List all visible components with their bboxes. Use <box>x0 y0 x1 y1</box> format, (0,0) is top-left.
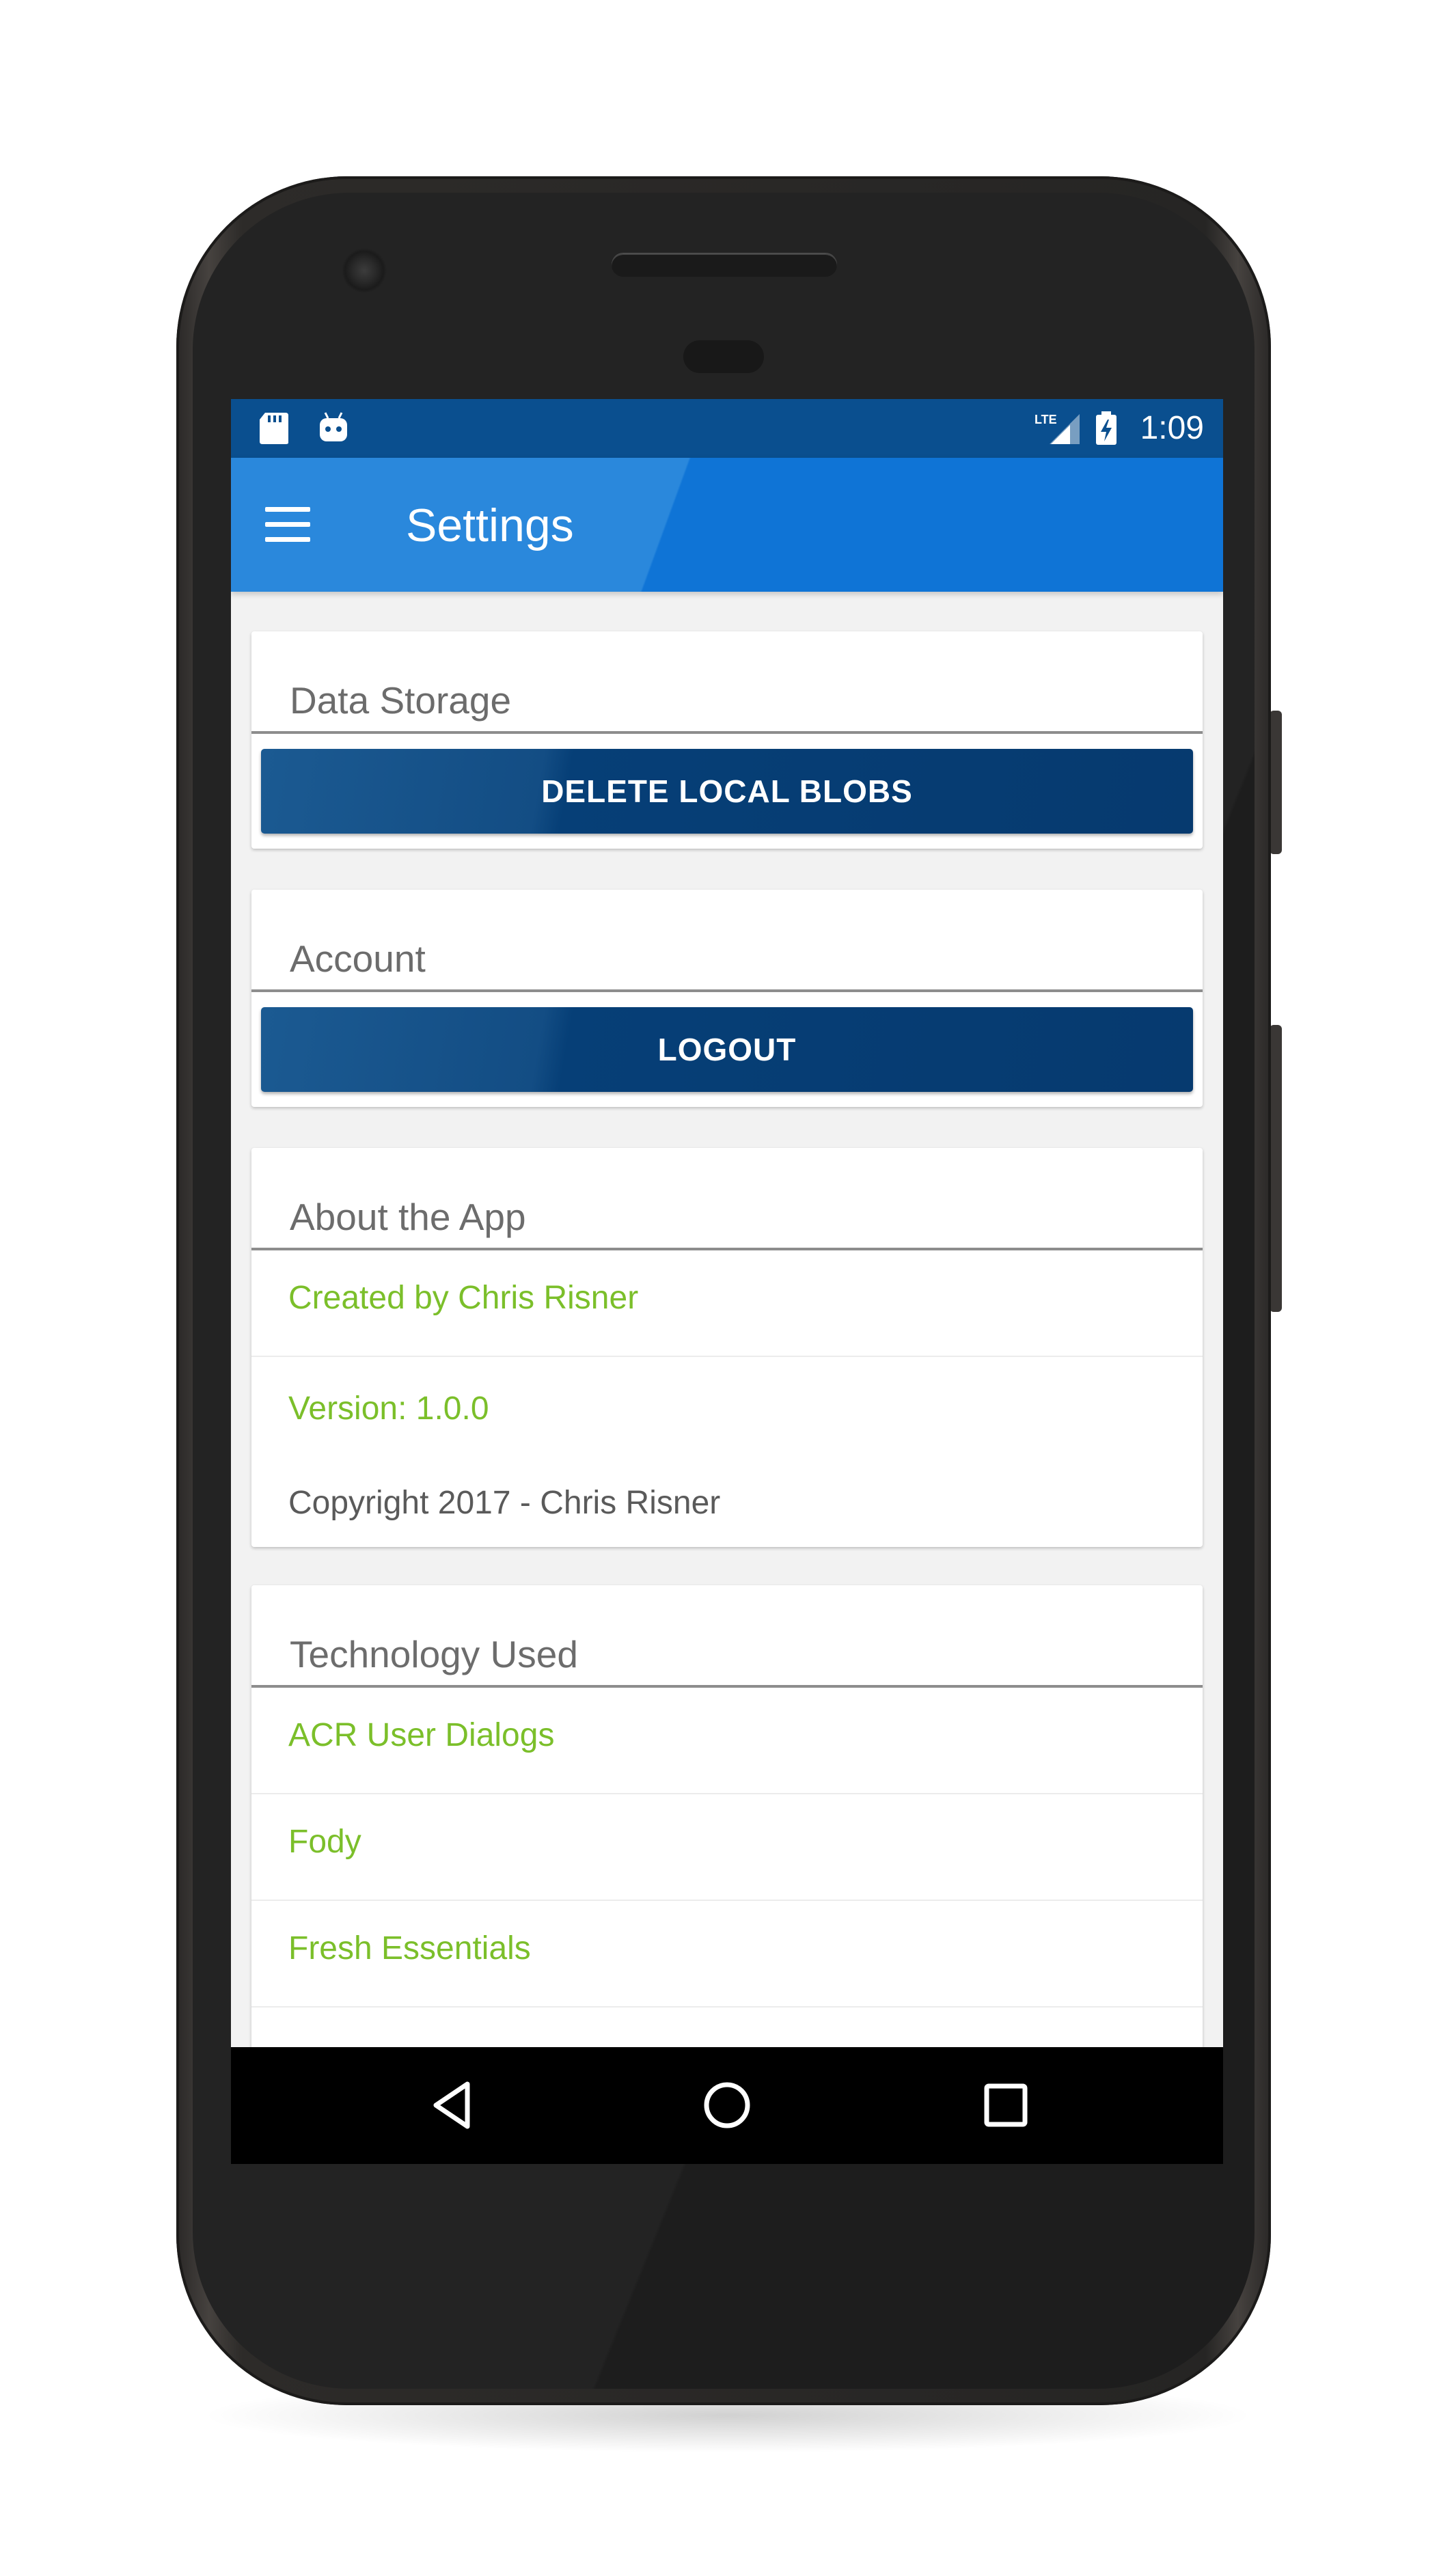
technology-header: Technology Used <box>251 1585 1203 1688</box>
technology-item-label: ACR User Dialogs <box>288 1717 555 1753</box>
data-storage-header: Data Storage <box>251 631 1203 734</box>
about-item-label: Version: 1.0.0 <box>288 1390 489 1427</box>
page-title: Settings <box>406 499 574 551</box>
about-item-author[interactable]: Created by Chris Risner <box>251 1250 1203 1357</box>
account-title: Account <box>290 937 426 980</box>
back-icon[interactable] <box>422 2074 484 2136</box>
network-type-label: LTE <box>1035 413 1057 426</box>
about-title: About the App <box>290 1196 526 1238</box>
technology-item-label: Fody <box>288 1824 361 1860</box>
lte-signal-icon: LTE <box>1035 413 1080 444</box>
technology-card: Technology Used ACR User Dialogs Fody Fr… <box>251 1585 1203 2047</box>
settings-content[interactable]: Data Storage DELETE LOCAL BLOBS Account … <box>231 592 1223 2047</box>
about-card: About the App Created by Chris Risner Ve… <box>251 1148 1203 1547</box>
android-icon <box>320 412 347 441</box>
status-time: 1:09 <box>1140 410 1204 446</box>
delete-local-blobs-button[interactable]: DELETE LOCAL BLOBS <box>261 749 1193 834</box>
copyright-text: Copyright 2017 - Chris Risner <box>288 1485 721 1521</box>
technology-item-label: Fresh Essentials <box>288 1930 531 1967</box>
data-storage-card: Data Storage DELETE LOCAL BLOBS <box>251 631 1203 849</box>
about-header: About the App <box>251 1148 1203 1250</box>
logout-button[interactable]: LOGOUT <box>261 1007 1193 1092</box>
power-button <box>1270 711 1282 854</box>
phone-screen: LTE 1:09 Settings Data Storage DELETE LO… <box>231 399 1223 2164</box>
technology-item-fody[interactable]: Fody <box>251 1794 1203 1901</box>
system-nav-bar <box>231 2047 1223 2164</box>
status-bar: LTE 1:09 <box>231 399 1223 458</box>
data-storage-title: Data Storage <box>290 679 512 722</box>
about-item-label: Created by Chris Risner <box>288 1280 639 1316</box>
about-item-version[interactable]: Version: 1.0.0 <box>251 1357 1203 1464</box>
recents-icon[interactable] <box>975 2074 1037 2136</box>
earpiece-speaker <box>612 254 837 277</box>
proximity-sensor <box>683 340 764 373</box>
home-icon[interactable] <box>696 2074 758 2136</box>
battery-charging-icon <box>1096 411 1117 445</box>
sd-card-icon <box>260 413 288 444</box>
volume-button <box>1270 1025 1282 1312</box>
app-bar: Settings <box>231 458 1223 592</box>
account-card: Account LOGOUT <box>251 890 1203 1107</box>
hamburger-menu-icon[interactable] <box>265 503 314 547</box>
technology-title: Technology Used <box>290 1633 578 1675</box>
technology-item-acr-user-dialogs[interactable]: ACR User Dialogs <box>251 1688 1203 1794</box>
technology-item-fresh-essentials[interactable]: Fresh Essentials <box>251 1901 1203 2008</box>
front-camera-icon <box>342 248 387 293</box>
page: LTE 1:09 Settings Data Storage DELETE LO… <box>0 0 1452 2576</box>
account-header: Account <box>251 890 1203 992</box>
